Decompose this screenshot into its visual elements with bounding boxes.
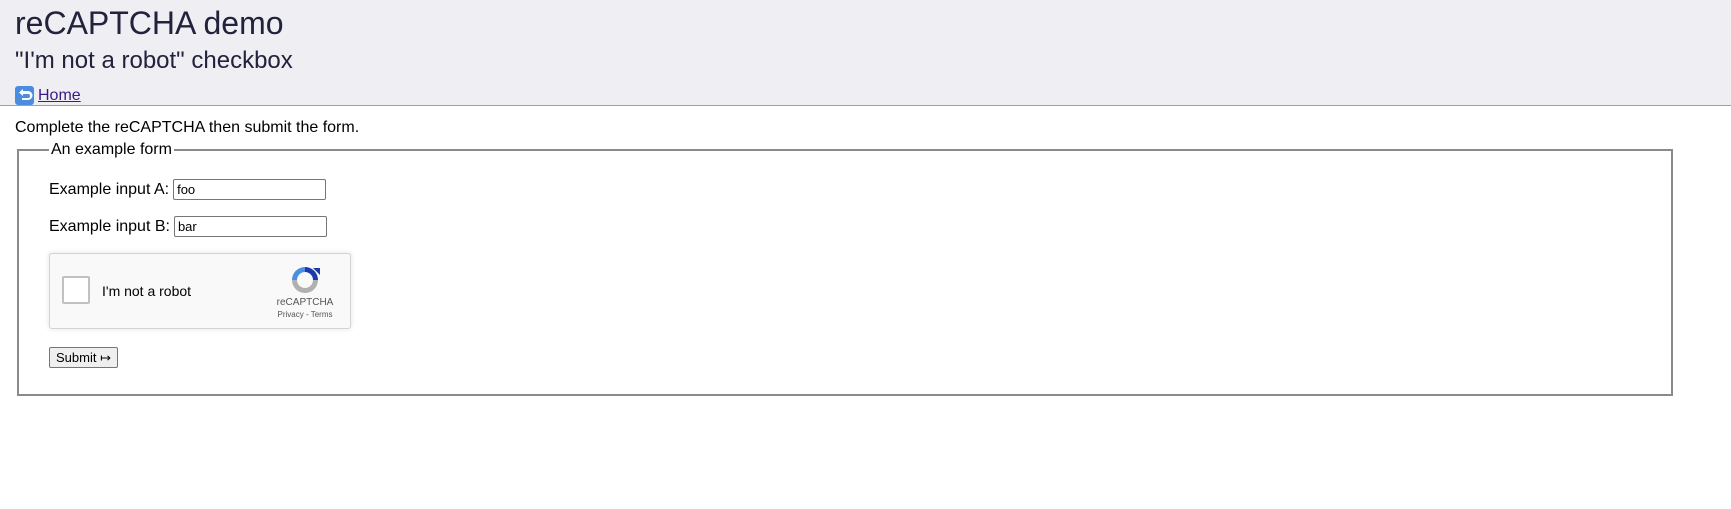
home-link-label: Home [38,86,81,104]
input-b-field[interactable] [173,216,327,237]
page-header: reCAPTCHA demo "I'm not a robot" checkbo… [0,0,1731,106]
page-title: reCAPTCHA demo [15,5,284,41]
input-a-field[interactable] [173,179,327,200]
intro-text: Complete the reCAPTCHA then submit the f… [15,119,360,136]
form-legend: An example form [51,141,172,158]
recaptcha-links: Privacy - Terms [270,310,340,319]
recaptcha-widget: I'm not a robot reCAPTCHA Privacy - Term… [49,253,351,329]
input-b-row: Example input B: [49,216,1641,237]
recaptcha-links-separator: - [305,310,309,319]
main-content: Complete the reCAPTCHA then submit the f… [0,106,1731,396]
example-form: An example form Example input A: Example… [17,141,1673,396]
recaptcha-checkbox-label: I'm not a robot [102,283,192,299]
recaptcha-brand: reCAPTCHA [276,297,334,308]
recaptcha-terms-link[interactable]: Terms [311,310,333,319]
input-a-row: Example input A: [49,179,1641,200]
recaptcha-privacy-link[interactable]: Privacy [278,310,304,319]
recaptcha-logo-icon [292,267,320,293]
input-b-label: Example input B: [49,217,170,235]
submit-button[interactable]: Submit ↦ [49,347,118,368]
recaptcha-logo: reCAPTCHA Privacy - Terms [270,264,340,319]
home-link[interactable]: Home [15,86,81,105]
page-subtitle: "I'm not a robot" checkbox [15,47,293,74]
recaptcha-checkbox[interactable] [62,276,90,304]
input-a-label: Example input A: [49,180,170,198]
return-arrow-icon [15,86,34,105]
